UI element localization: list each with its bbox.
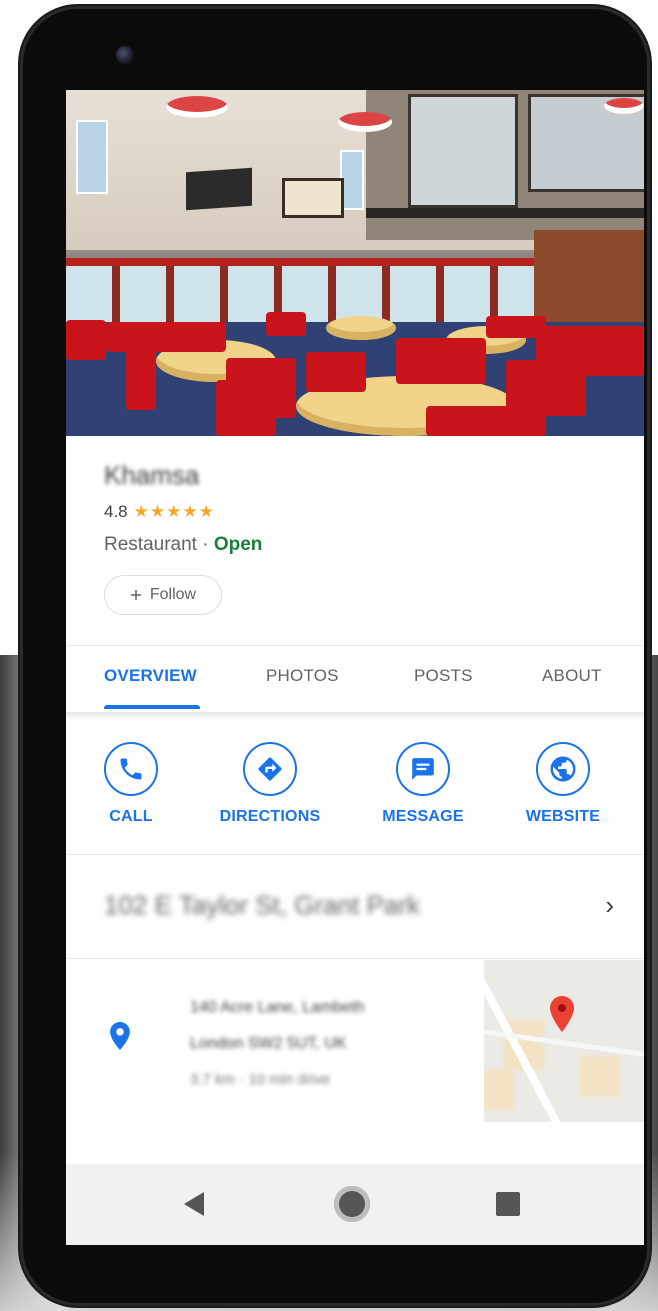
address-text: 102 E Taylor St, Grant Park: [104, 890, 420, 920]
chevron-right-icon: ›: [605, 890, 614, 920]
tab-posts[interactable]: POSTS: [414, 666, 473, 686]
message-button[interactable]: MESSAGE: [358, 742, 488, 826]
home-icon[interactable]: [334, 1186, 370, 1222]
location-line-3: 3.7 km · 10 min drive: [190, 1071, 331, 1088]
location-line-1: 140 Acre Lane, Lambeth: [190, 999, 365, 1016]
front-camera: [116, 46, 134, 64]
location-details: 140 Acre Lane, Lambeth London SW2 5UT, U…: [190, 990, 364, 1098]
globe-icon: [550, 756, 576, 782]
tab-overview[interactable]: OVERVIEW: [104, 666, 197, 686]
rating-value: 4.8: [104, 502, 128, 521]
directions-label: DIRECTIONS: [219, 808, 321, 825]
map-marker-icon: [550, 996, 574, 1032]
call-label: CALL: [109, 808, 153, 825]
map-thumbnail[interactable]: [484, 960, 644, 1122]
category-status-row: Restaurant · Open: [104, 534, 262, 556]
divider: [66, 958, 644, 959]
navigation-bar: [66, 1164, 644, 1245]
tab-about[interactable]: ABOUT: [542, 666, 602, 686]
message-label: MESSAGE: [382, 808, 464, 825]
phone-frame: Khamsa 4.8 ★★★★★ Restaurant · Open Follo…: [20, 6, 650, 1306]
message-icon: [412, 758, 434, 780]
website-button[interactable]: WEBSITE: [498, 742, 628, 826]
call-button[interactable]: CALL: [66, 742, 196, 826]
directions-icon: [258, 757, 282, 781]
recent-apps-icon[interactable]: [496, 1192, 520, 1216]
directions-button[interactable]: DIRECTIONS: [205, 742, 335, 826]
location-pin-icon: [110, 1022, 130, 1050]
phone-icon: [120, 758, 142, 780]
location-row[interactable]: 140 Acre Lane, Lambeth London SW2 5UT, U…: [66, 960, 644, 1122]
star-rating-icon: ★★★★★: [133, 502, 215, 521]
follow-label: Follow: [149, 586, 197, 603]
follow-button[interactable]: Follow: [104, 575, 222, 615]
tab-photos[interactable]: PHOTOS: [266, 666, 339, 686]
location-line-2: London SW2 5UT, UK: [190, 1035, 347, 1052]
category-label: Restaurant: [104, 534, 197, 555]
active-tab-indicator: [104, 705, 200, 709]
business-name: Khamsa: [104, 460, 200, 490]
website-label: WEBSITE: [525, 808, 601, 825]
open-status: Open: [213, 534, 263, 555]
screen: Khamsa 4.8 ★★★★★ Restaurant · Open Follo…: [66, 90, 644, 1245]
divider: [66, 854, 644, 855]
back-icon[interactable]: [184, 1192, 204, 1216]
plus-icon: [130, 590, 141, 600]
address-row[interactable]: 102 E Taylor St, Grant Park ›: [66, 856, 644, 956]
separator: ·: [202, 534, 209, 555]
restaurant-photo[interactable]: [66, 90, 644, 436]
rating-row[interactable]: 4.8 ★★★★★: [104, 502, 215, 522]
tab-bar: OVERVIEW PHOTOS POSTS ABOUT: [66, 646, 644, 710]
